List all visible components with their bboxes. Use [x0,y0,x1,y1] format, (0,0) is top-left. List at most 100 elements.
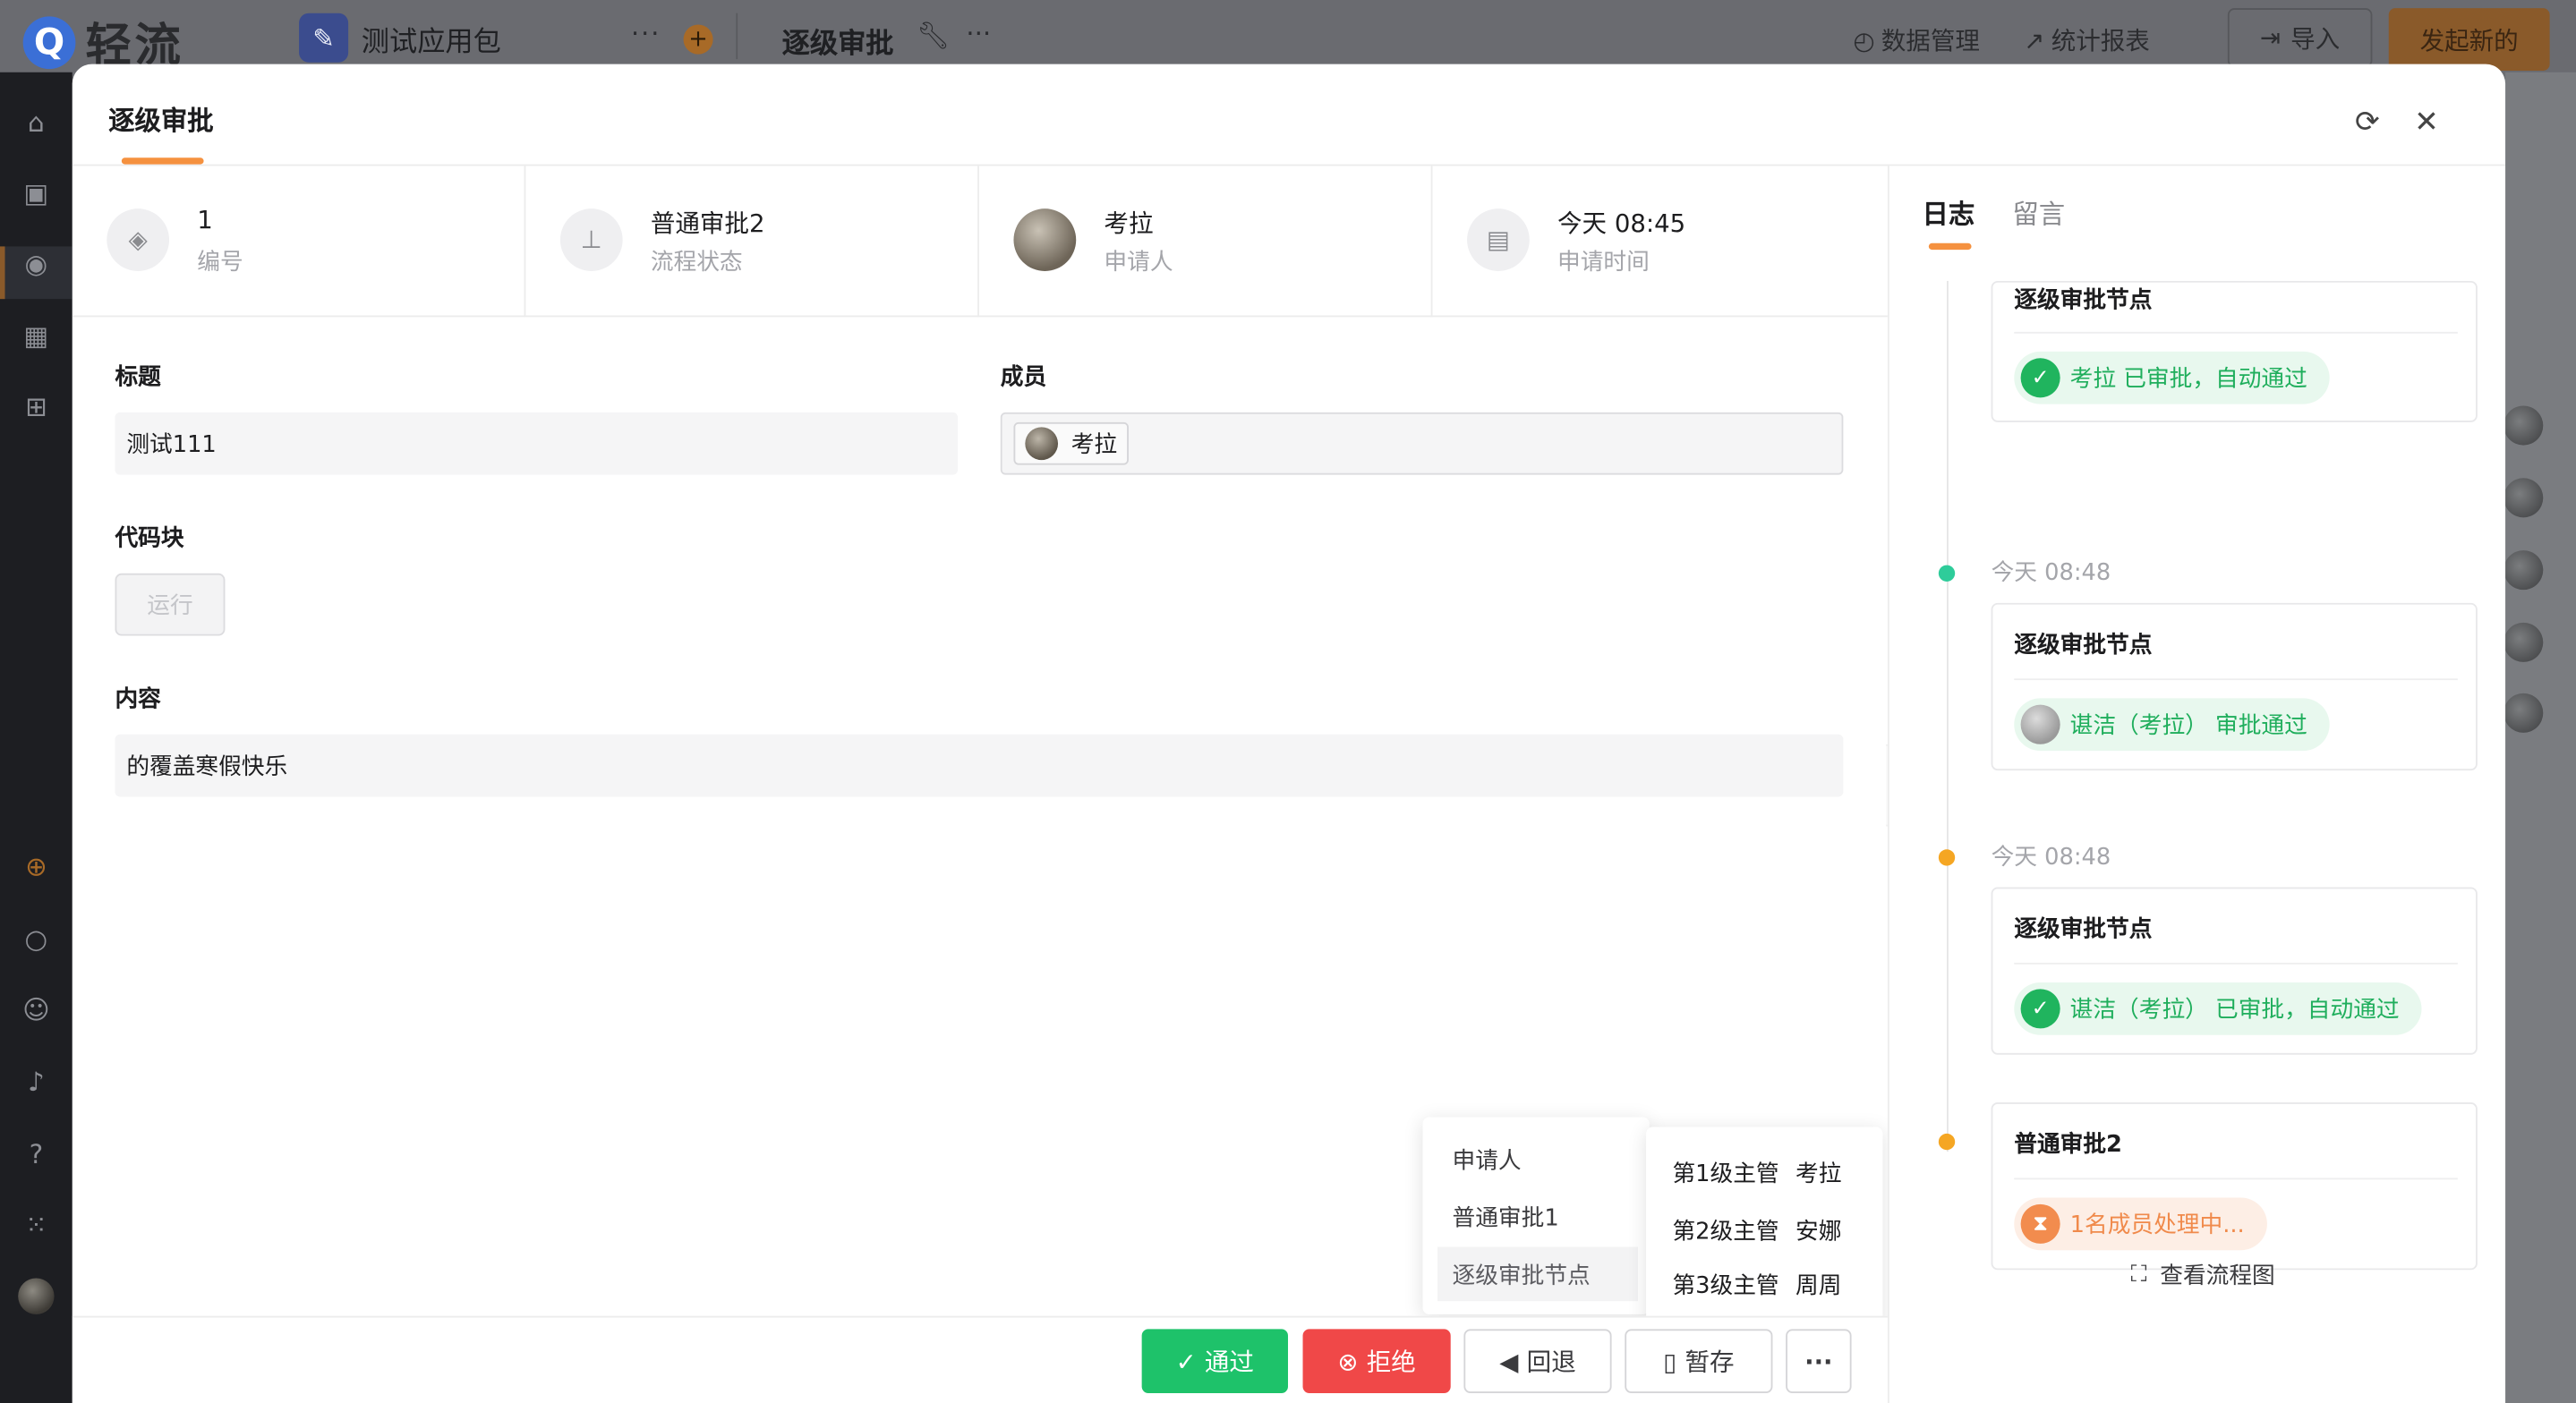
rollback-icon: ◀ [1499,1346,1519,1376]
check-circle-icon: ✓ [1175,1346,1197,1376]
package-icon: ✎ [299,13,349,63]
tag-icon: ◈ [107,208,170,271]
save-draft-button[interactable]: ▯ 暂存 [1625,1329,1773,1393]
title-field[interactable]: 测试111 [115,412,959,475]
stats-label: 统计报表 [2051,26,2150,56]
screen: Q 轻流 ✎ 测试应用包 ··· + 逐级审批 🔧︎ ··· ◴ 数据管理 ↗ … [0,0,2576,1403]
member-field[interactable]: 考拉 [1000,412,1844,475]
refresh-icon[interactable]: ⟳ [2351,106,2384,140]
run-button[interactable]: 运行 [115,573,226,636]
title-underline [121,157,204,165]
modal-title: 逐级审批 [108,105,214,137]
help-icon[interactable]: ? [18,1137,54,1173]
menu-item-applicant[interactable]: 申请人 [1437,1132,1638,1186]
log-status-text: 谌洁（考拉） 已审批，自动通过 [2069,997,2400,1024]
applicant-label: 申请人 [1104,250,1173,276]
divider [736,13,738,60]
tab-comments[interactable]: 留言 [2012,192,2065,232]
add-circle-icon[interactable]: ⊕ [18,849,54,885]
home-icon[interactable]: ⌂ [18,106,54,141]
grid-app-icon[interactable]: ▦ [18,319,54,354]
truck-icon[interactable]: ▣ [18,175,54,211]
contacts-icon[interactable]: ☺ [18,992,54,1028]
import-label: 导入 [2290,23,2341,54]
divider [2014,962,2458,965]
hourglass-icon: ⧗ [2020,1203,2060,1244]
submenu-item-level-1[interactable]: 第1级主管 考拉 [1672,1157,1841,1190]
content-label: 内容 [115,686,161,713]
log-status-text: 谌洁（考拉） 审批通过 [2069,712,2307,740]
divider [2014,678,2458,681]
log-status-text: 考拉 已审批，自动通过 [2069,366,2307,393]
start-new-button[interactable]: 发起新的 [2388,8,2550,71]
log-status-text: 1名成员处理中... [2069,1212,2245,1239]
pass-button[interactable]: ✓ 通过 [1141,1329,1288,1393]
dashboard-icon: ◴ [1853,25,1875,55]
import-icon: ⇥ [2260,22,2282,53]
tab-underline [1928,242,1972,251]
log-panel: 日志 留言 逐级审批节点 ✓ 考拉 已审批，自动通过 今天 08:48 逐级审批… [1887,166,2506,1403]
reject-button[interactable]: ⊗ 拒绝 [1302,1329,1451,1393]
avatar [2503,405,2544,446]
package-more-icon[interactable]: ··· [631,18,661,49]
rollback-level-submenu: 第1级主管 考拉 第2级主管 安娜 第3级主管 周周 [1646,1127,1883,1331]
log-entry: 普通审批2 ⧗ 1名成员处理中... [1991,1102,2478,1271]
submenu-name: 考拉 [1796,1161,1842,1188]
data-manage-link[interactable]: ◴ 数据管理 [1853,23,1980,58]
timeline-dot [1938,565,1956,582]
package-name: 测试应用包 [361,25,501,59]
approver-avatar [2020,704,2060,744]
rollback-node-menu: 申请人 普通审批1 逐级审批节点 [1422,1117,1650,1314]
wrench-icon[interactable]: 🔧︎ [917,20,950,51]
check-circle-icon: ✓ [2020,989,2060,1029]
approval-modal: 逐级审批 ⟳ ✕ ◈ 1 编号 ⊥ 普通审批2 流程状态 考拉 申请人 ▤ 今天… [72,64,2506,1403]
view-flowchart-label: 查看流程图 [2160,1263,2275,1290]
package-selector[interactable]: ✎ 测试应用包 [299,13,501,63]
add-icon[interactable]: + [683,24,713,55]
info-serial: ◈ 1 编号 [73,166,526,318]
close-icon[interactable]: ✕ [2410,106,2444,140]
timeline-dot [1938,1133,1956,1151]
log-node-name: 逐级审批节点 [2014,916,2153,943]
modal-footer: ✓ 通过 ⊗ 拒绝 ◀ 回退 ▯ 暂存 ··· [72,1315,1888,1403]
submenu-name: 周周 [1796,1272,1842,1300]
serial-label: 编号 [197,250,243,276]
stats-link[interactable]: ↗ 统计报表 [2024,23,2150,58]
log-entry: 逐级审批节点 ✓ 谌洁（考拉） 已审批，自动通过 [1991,887,2478,1055]
menu-item-normal-approval-1[interactable]: 普通审批1 [1437,1189,1638,1244]
log-entry: 逐级审批节点 谌洁（考拉） 审批通过 [1991,602,2478,771]
serial-value: 1 [197,205,213,235]
flowchart-icon: ⛶ [2130,1262,2147,1288]
content-field[interactable]: 的覆盖寒假快乐 [115,734,1844,797]
import-button[interactable]: ⇥ 导入 [2227,8,2373,68]
member-chip[interactable]: 考拉 [1013,421,1129,465]
divider [2014,331,2458,334]
submenu-item-level-3[interactable]: 第3级主管 周周 [1672,1268,1841,1301]
user-avatar[interactable] [18,1278,55,1314]
more-actions-button[interactable]: ··· [1786,1329,1852,1393]
submenu-level: 第2级主管 [1672,1219,1779,1246]
log-status-badge: ⧗ 1名成员处理中... [2014,1197,2268,1251]
submenu-item-level-2[interactable]: 第2级主管 安娜 [1672,1214,1841,1247]
app-title: 逐级审批 [781,28,894,61]
tab-log[interactable]: 日志 [1922,192,1975,232]
rollback-label: 回退 [1526,1347,1576,1377]
log-time: 今天 08:48 [1991,560,2111,587]
submenu-name: 安娜 [1796,1219,1842,1246]
apps-icon[interactable]: ⊞ [18,389,54,425]
view-flowchart-link[interactable]: ⛶ 查看流程图 [2131,1258,2275,1291]
app-more-icon[interactable]: ··· [966,18,991,49]
search-icon[interactable]: ○ [18,922,54,957]
calendar-icon: ▤ [1467,208,1530,271]
bell-icon[interactable]: ♪ [18,1065,54,1101]
avatar [2503,693,2544,733]
apply-time-label: 申请时间 [1557,250,1650,276]
timeline-dot [1938,849,1956,866]
user-app-icon[interactable]: ◉ [18,246,54,282]
rollback-button[interactable]: ◀ 回退 [1463,1329,1612,1393]
menu-grid-icon[interactable]: ⁙ [18,1208,54,1244]
check-circle-icon: ✓ [2020,358,2060,398]
info-flow-status: ⊥ 普通审批2 流程状态 [525,166,979,318]
menu-item-level-approval-node[interactable]: 逐级审批节点 [1437,1246,1638,1302]
app-topbar: Q 轻流 ✎ 测试应用包 ··· + 逐级审批 🔧︎ ··· ◴ 数据管理 ↗ … [0,0,2576,72]
